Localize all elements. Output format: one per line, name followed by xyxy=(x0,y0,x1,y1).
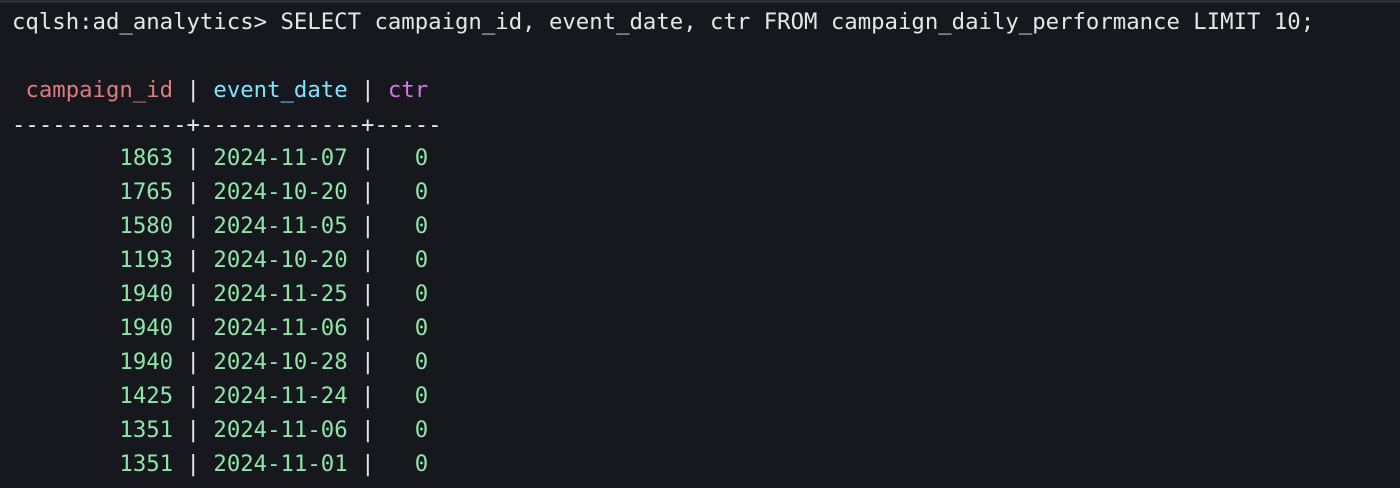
cell-ctr: 0 xyxy=(414,247,429,273)
column-separator: | xyxy=(173,315,214,341)
column-separator: | xyxy=(347,281,388,307)
column-separator: | xyxy=(173,179,214,205)
table-row: 1351 | 2024-11-06 | 0 xyxy=(12,413,428,447)
cell-padding xyxy=(12,179,119,205)
cell-padding xyxy=(12,213,119,239)
cell-event-date: 2024-11-24 xyxy=(213,383,348,409)
table-row: 1863 | 2024-11-07 | 0 xyxy=(12,141,428,175)
column-separator: | xyxy=(173,451,214,477)
column-header-campaign-id: campaign_id xyxy=(25,77,174,103)
column-header-ctr: ctr xyxy=(387,77,429,103)
column-separator: | xyxy=(347,145,388,171)
cell-padding xyxy=(388,145,415,171)
column-separator: | xyxy=(173,383,214,409)
column-separator: | xyxy=(347,213,388,239)
column-separator: | xyxy=(173,281,214,307)
cell-campaign-id: 1940 xyxy=(119,281,174,307)
cell-ctr: 0 xyxy=(414,383,429,409)
table-row: 1425 | 2024-11-24 | 0 xyxy=(12,379,428,413)
table-row: 1765 | 2024-10-20 | 0 xyxy=(12,175,428,209)
cell-event-date: 2024-10-20 xyxy=(213,179,348,205)
cell-padding xyxy=(12,315,119,341)
table-row: 1940 | 2024-11-25 | 0 xyxy=(12,277,428,311)
table-row: 1940 | 2024-11-06 | 0 xyxy=(12,311,428,345)
column-header-event-date: event_date xyxy=(213,77,348,103)
table-row: 1351 | 2024-11-01 | 0 xyxy=(12,447,428,481)
cell-padding xyxy=(388,349,415,375)
cell-padding xyxy=(388,179,415,205)
cell-event-date: 2024-11-05 xyxy=(213,213,348,239)
cell-padding xyxy=(12,349,119,375)
cell-padding xyxy=(388,281,415,307)
cell-event-date: 2024-11-01 xyxy=(213,451,348,477)
cell-padding xyxy=(12,281,119,307)
cell-campaign-id: 1863 xyxy=(119,145,174,171)
cell-padding xyxy=(388,383,415,409)
cell-ctr: 0 xyxy=(414,417,429,443)
cell-padding xyxy=(388,315,415,341)
column-separator: | xyxy=(173,247,214,273)
column-separator: | xyxy=(347,247,388,273)
cell-padding xyxy=(12,417,119,443)
terminal-top-edge xyxy=(0,0,1400,3)
column-separator: | xyxy=(173,349,214,375)
cell-campaign-id: 1351 xyxy=(119,417,174,443)
cell-event-date: 2024-11-07 xyxy=(213,145,348,171)
column-separator: | xyxy=(347,179,388,205)
column-separator: | xyxy=(347,451,388,477)
cell-campaign-id: 1580 xyxy=(119,213,174,239)
column-separator: | xyxy=(173,145,214,171)
cell-padding xyxy=(388,247,415,273)
cell-event-date: 2024-11-25 xyxy=(213,281,348,307)
header-rule: -------------+------------+----- xyxy=(12,112,442,138)
column-separator: | xyxy=(173,417,214,443)
cell-campaign-id: 1351 xyxy=(119,451,174,477)
table-row: 1580 | 2024-11-05 | 0 xyxy=(12,209,428,243)
cell-padding xyxy=(12,247,119,273)
cell-padding xyxy=(388,213,415,239)
column-separator: | xyxy=(347,417,388,443)
cell-campaign-id: 1765 xyxy=(119,179,174,205)
cell-event-date: 2024-11-06 xyxy=(213,417,348,443)
cell-ctr: 0 xyxy=(414,451,429,477)
column-separator: | xyxy=(347,77,388,103)
cell-event-date: 2024-10-28 xyxy=(213,349,348,375)
cell-campaign-id: 1193 xyxy=(119,247,174,273)
query-text[interactable]: SELECT campaign_id, event_date, ctr FROM… xyxy=(280,9,1314,35)
result-header-row: campaign_id | event_date | ctr xyxy=(12,73,428,107)
column-separator: | xyxy=(347,349,388,375)
column-separator: | xyxy=(347,315,388,341)
cell-ctr: 0 xyxy=(414,213,429,239)
column-separator: | xyxy=(173,77,214,103)
table-row: 1940 | 2024-10-28 | 0 xyxy=(12,345,428,379)
cell-ctr: 0 xyxy=(414,179,429,205)
cell-padding xyxy=(12,383,119,409)
cell-event-date: 2024-10-20 xyxy=(213,247,348,273)
cell-padding xyxy=(12,145,119,171)
cell-padding xyxy=(12,451,119,477)
cell-campaign-id: 1940 xyxy=(119,349,174,375)
cell-padding xyxy=(388,451,415,477)
table-row: 1193 | 2024-10-20 | 0 xyxy=(12,243,428,277)
cell-ctr: 0 xyxy=(414,281,429,307)
terminal-window[interactable]: cqlsh:ad_analytics> SELECT campaign_id, … xyxy=(0,0,1400,488)
cell-campaign-id: 1425 xyxy=(119,383,174,409)
column-separator: | xyxy=(347,383,388,409)
cell-padding xyxy=(388,417,415,443)
cell-ctr: 0 xyxy=(414,315,429,341)
command-line: cqlsh:ad_analytics> SELECT campaign_id, … xyxy=(12,5,1314,39)
column-separator: | xyxy=(173,213,214,239)
shell-prompt: cqlsh:ad_analytics> xyxy=(12,9,281,35)
cell-ctr: 0 xyxy=(414,145,429,171)
cell-campaign-id: 1940 xyxy=(119,315,174,341)
cell-ctr: 0 xyxy=(414,349,429,375)
cell-event-date: 2024-11-06 xyxy=(213,315,348,341)
